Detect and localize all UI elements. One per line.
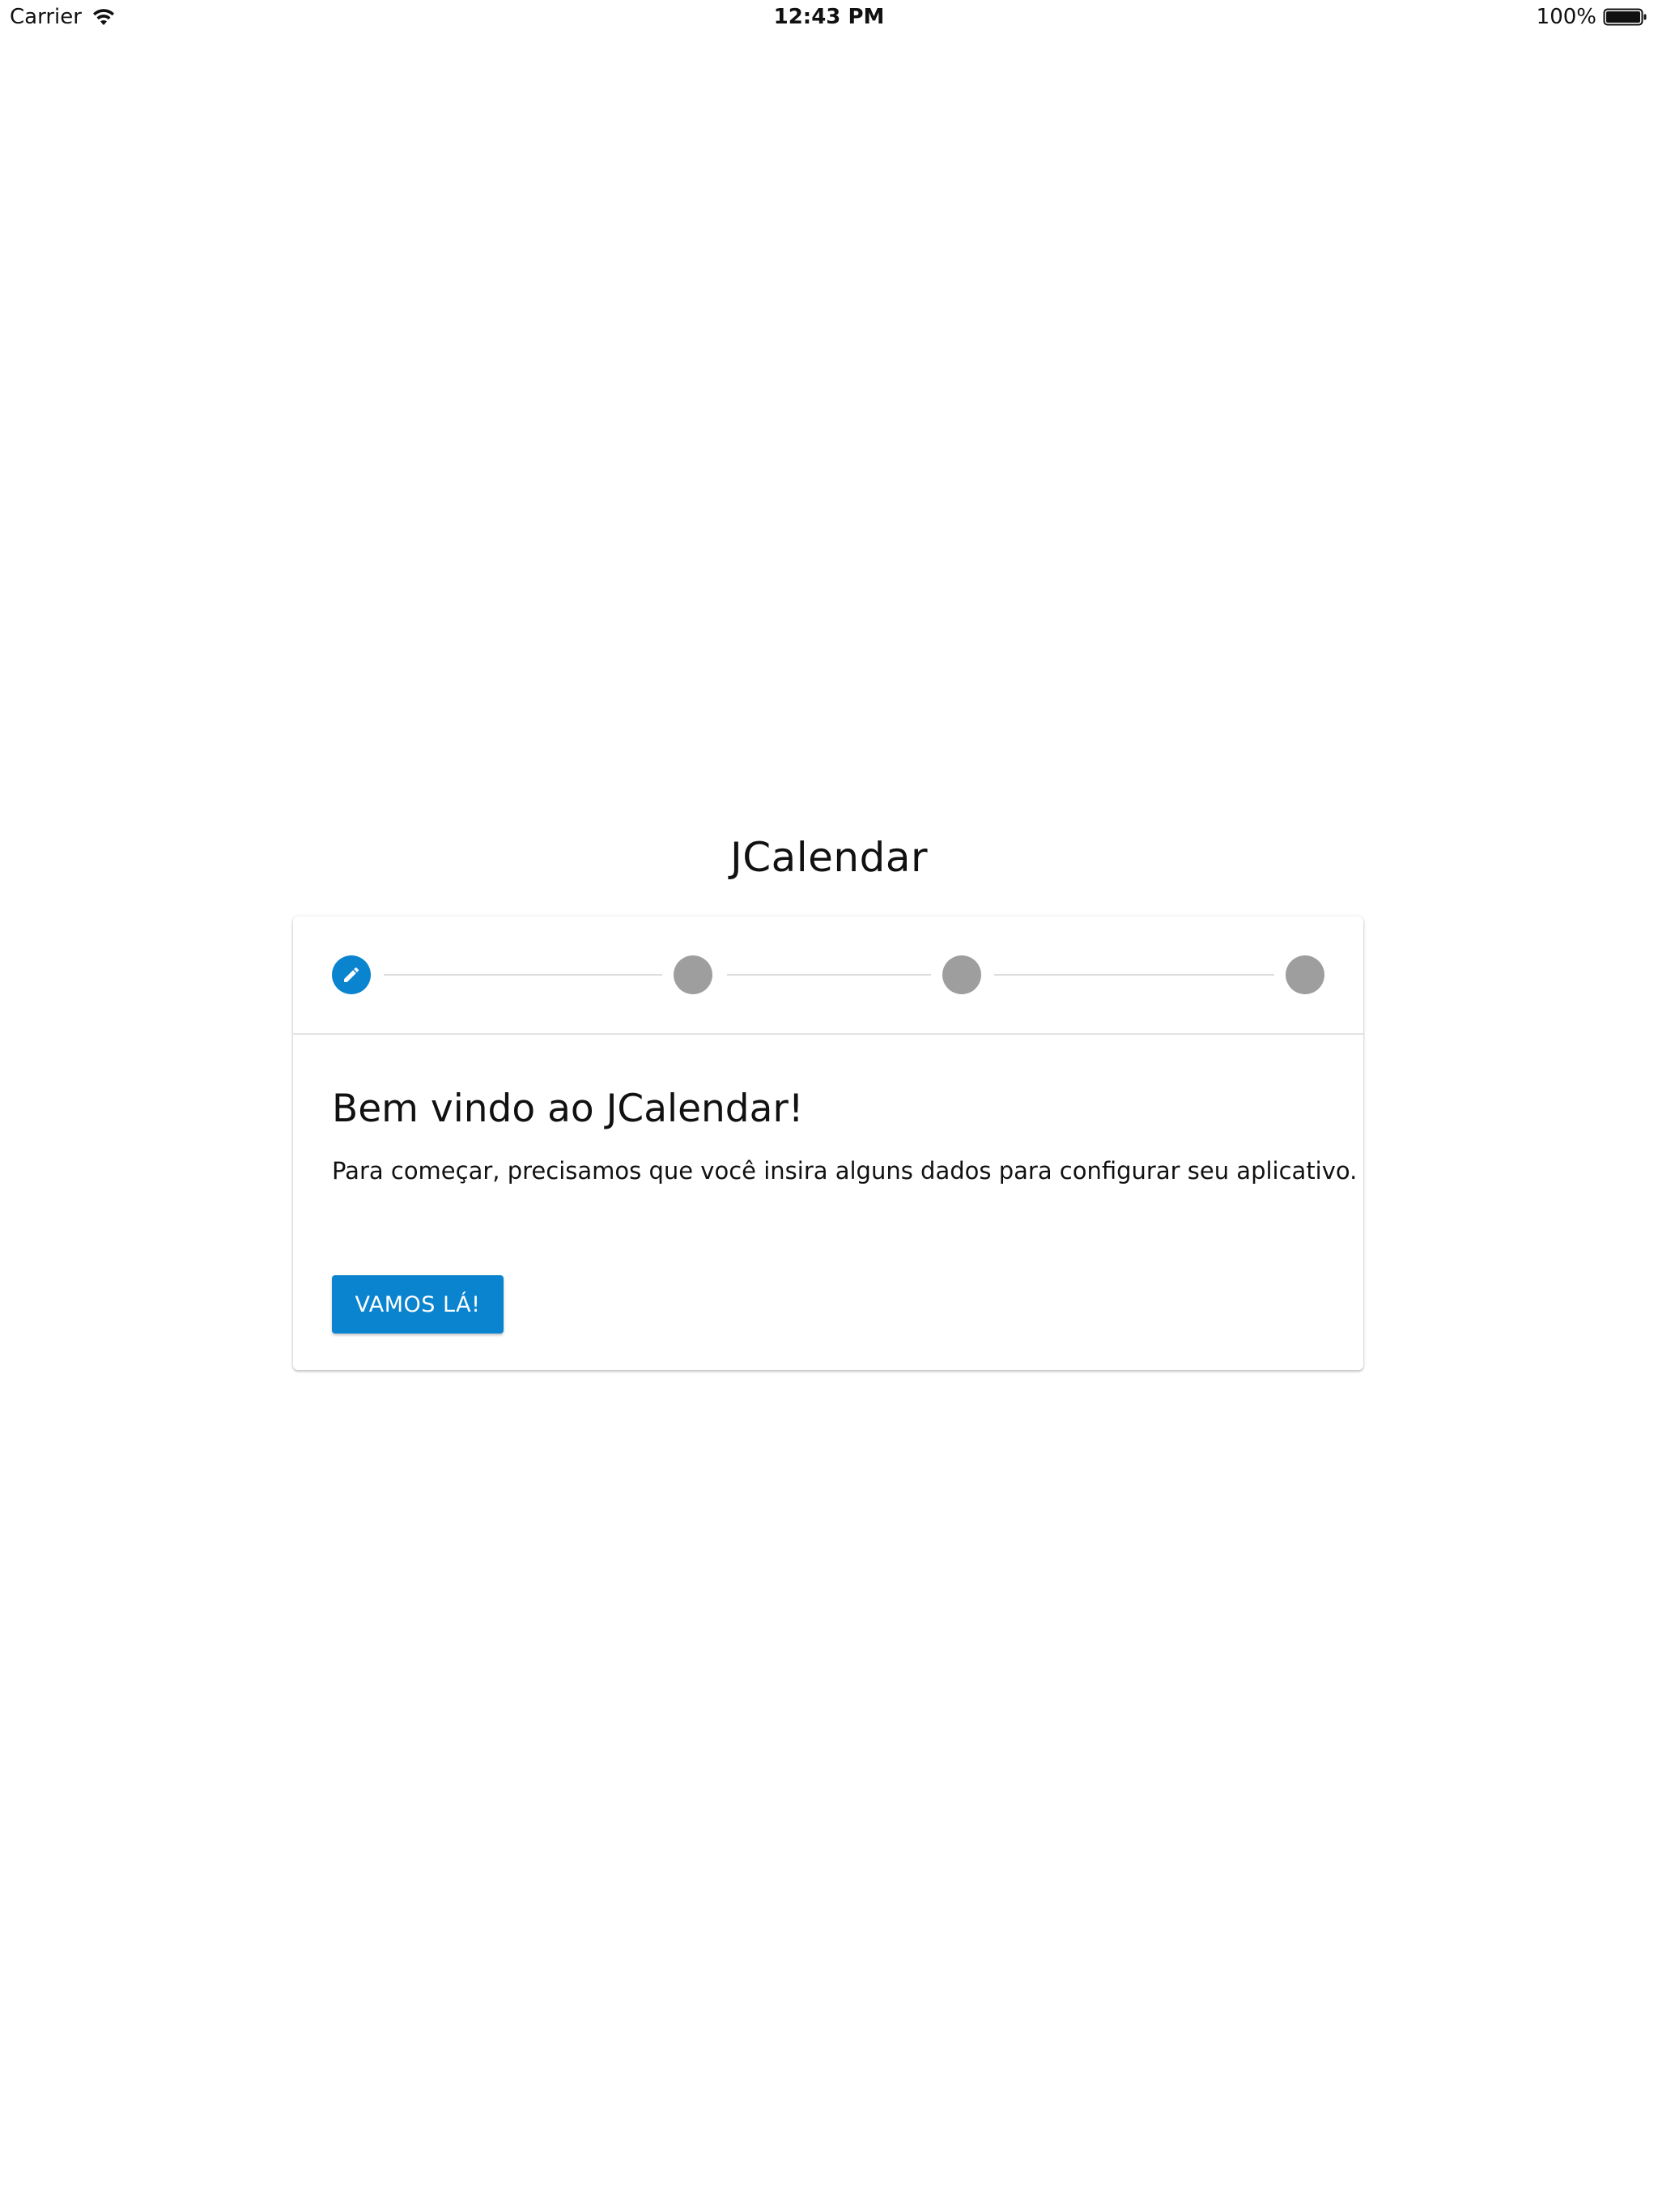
status-bar: Carrier 12:43 PM 100%: [0, 0, 1658, 32]
step-1-active[interactable]: [332, 955, 371, 994]
battery-icon: [1603, 7, 1648, 27]
welcome-heading: Bem vindo ao JCalendar!: [332, 1087, 804, 1131]
step-connector: [727, 974, 931, 976]
card-body: Bem vindo ao JCalendar! Para começar, pr…: [332, 1085, 1358, 1187]
status-time: 12:43 PM: [773, 5, 885, 29]
step-2: [674, 955, 712, 994]
welcome-text: Para começar, precisamos que você insira…: [332, 1157, 1358, 1185]
step-3: [942, 955, 981, 994]
setup-card: Bem vindo ao JCalendar! Para começar, pr…: [293, 917, 1363, 1370]
status-right: 100%: [1537, 3, 1648, 31]
step-connector: [994, 974, 1274, 976]
step-4: [1286, 955, 1324, 994]
step-connector: [384, 974, 662, 976]
app-title: JCalendar: [729, 834, 929, 881]
start-button[interactable]: VAMOS LÁ!: [332, 1275, 504, 1334]
battery-percent: 100%: [1536, 5, 1596, 29]
stepper: [293, 917, 1363, 1035]
pencil-icon: [344, 967, 359, 982]
